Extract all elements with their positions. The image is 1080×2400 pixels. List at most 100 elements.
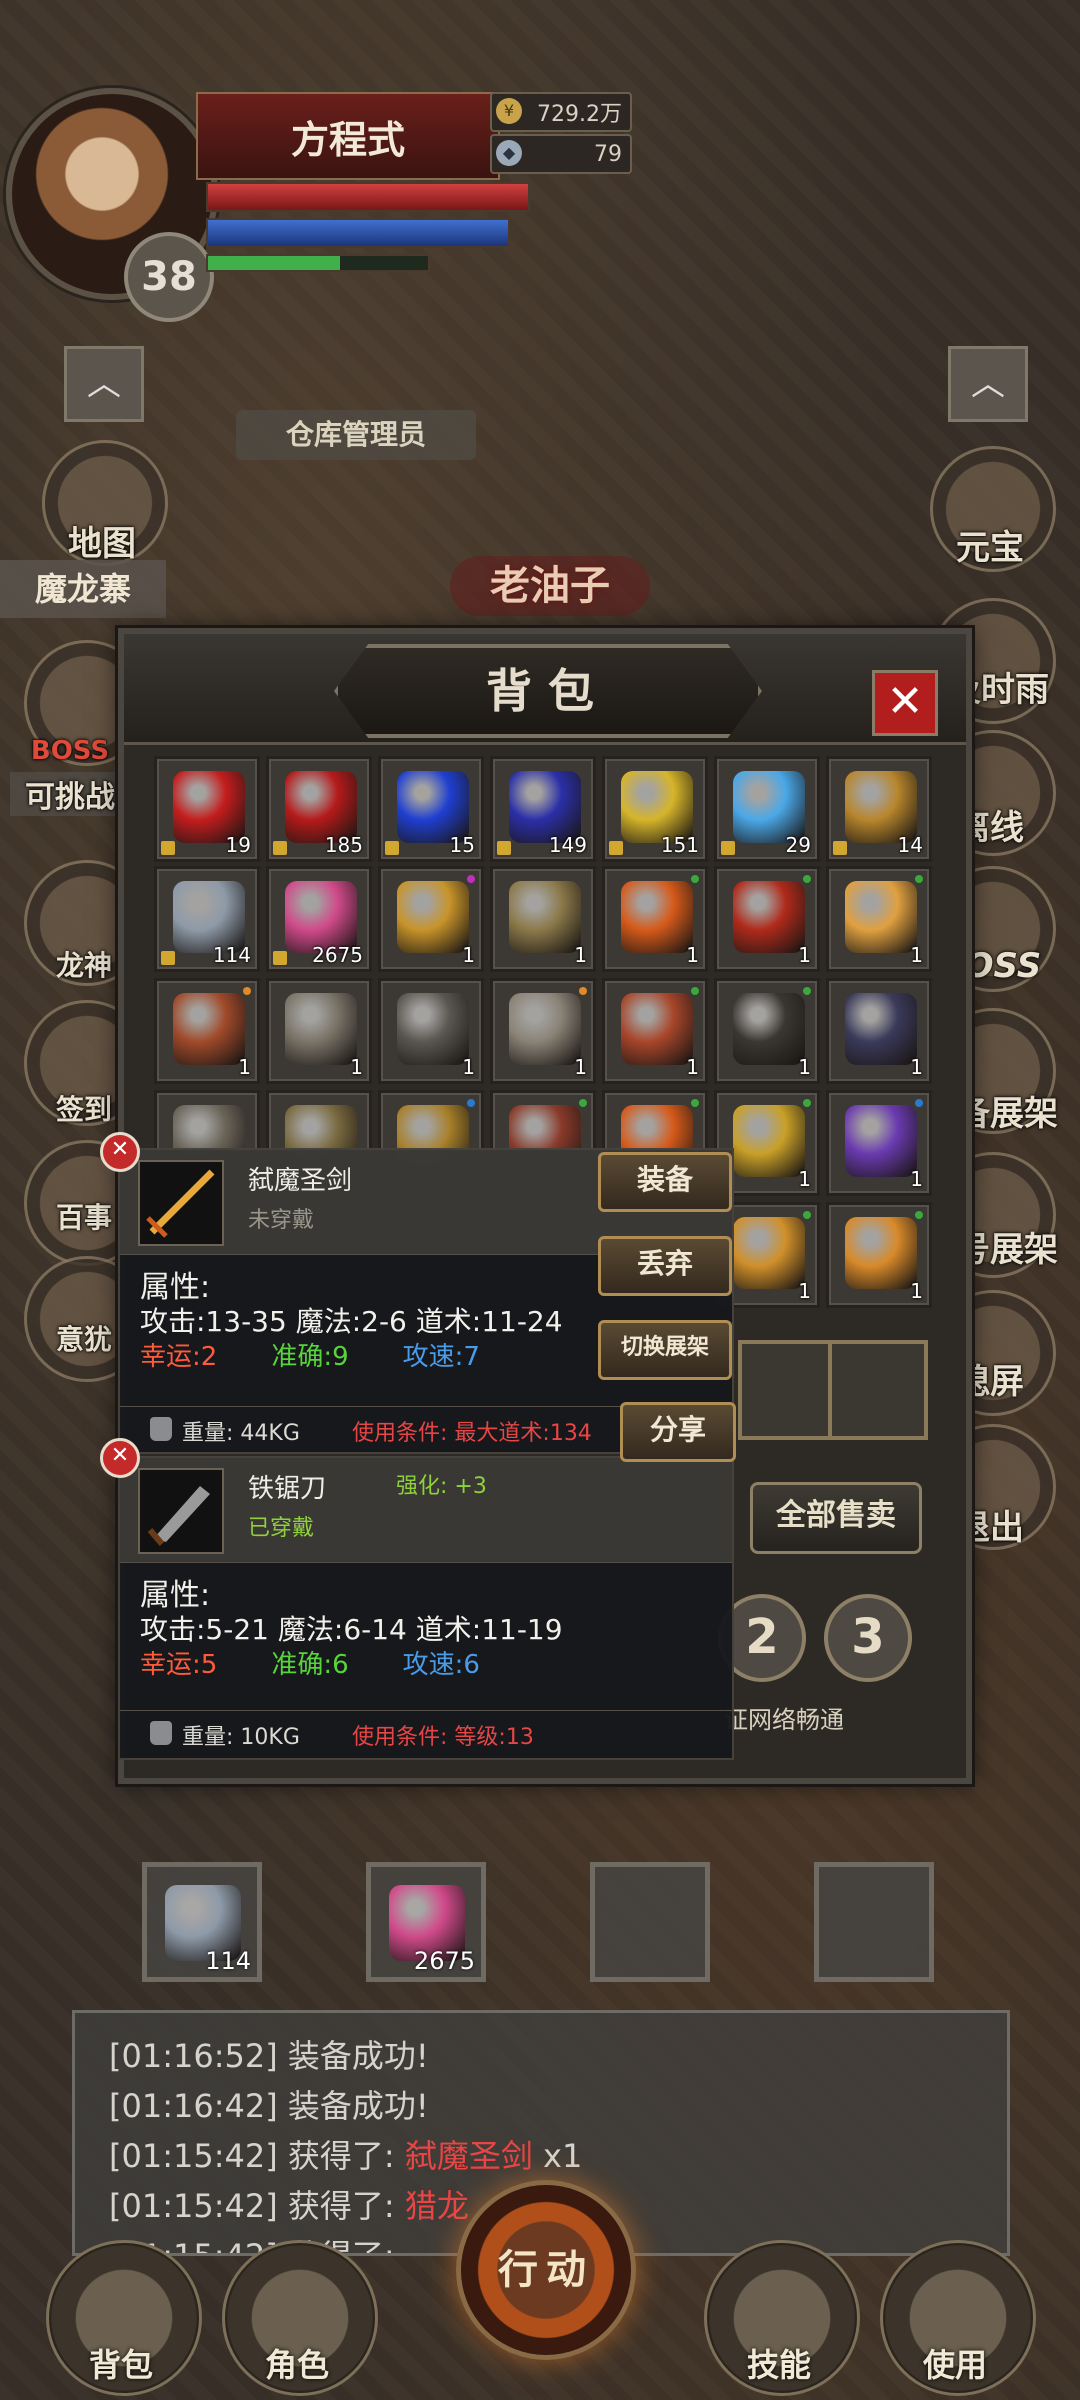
bag-slot[interactable]: 1 [826, 978, 932, 1084]
gold-amount: 729.2万 [537, 102, 622, 127]
equip-button[interactable]: 装备 [598, 1152, 732, 1212]
item-tooltip-equipped: 铁锯刀 强化: +3 已穿戴 属性: 攻击:5-21 魔法:6-14 道术:11… [118, 1456, 734, 1760]
bag-slot[interactable]: 14 [826, 756, 932, 862]
bag-slot[interactable]: 1 [490, 866, 596, 972]
tooltip-header: 铁锯刀 强化: +3 已穿戴 [120, 1458, 732, 1563]
close-button[interactable]: ✕ [872, 670, 938, 736]
lock-icon [609, 841, 623, 855]
bag-slot[interactable]: 15 [378, 756, 484, 862]
item-count: 1 [686, 1055, 699, 1079]
bag-slot[interactable]: 1 [826, 1090, 932, 1196]
bag-slot[interactable]: 1 [378, 978, 484, 1084]
item-count: 149 [548, 833, 587, 857]
close-tooltip-icon[interactable]: ✕ [100, 1438, 140, 1478]
item-count: 1 [798, 1055, 811, 1079]
item-count: 1 [686, 943, 699, 967]
left-menu-boss-sub: 可挑战 [10, 772, 130, 816]
bag-slot[interactable]: 1 [602, 866, 708, 972]
bag-slot[interactable]: 1 [602, 978, 708, 1084]
quality-dot-icon [243, 987, 251, 995]
quick-slot[interactable]: 2675 [366, 1862, 486, 1982]
bag-slot[interactable]: 1 [378, 866, 484, 972]
empty-slot[interactable] [828, 1340, 928, 1440]
collapse-right-button[interactable]: ︿ [948, 346, 1028, 422]
bag-slot[interactable]: 1 [826, 1202, 932, 1308]
speed-stat: 攻速:7 [402, 1342, 480, 1372]
share-button[interactable]: 分享 [620, 1402, 736, 1462]
requirement-text: 使用条件: 等级:13 [352, 1725, 534, 1750]
item-count: 15 [449, 833, 475, 857]
lock-icon [273, 841, 287, 855]
bag-slot[interactable]: 1 [714, 866, 820, 972]
player-name: 方程式 [196, 92, 500, 180]
quality-dot-icon [803, 1211, 811, 1219]
item-count: 151 [660, 833, 699, 857]
bag-slot[interactable]: 1 [266, 978, 372, 1084]
tooltip-footer: 重量: 10KG 使用条件: 等级:13 [120, 1710, 732, 1757]
enhance-level: 强化: +3 [396, 1474, 487, 1499]
weight-icon [150, 1721, 172, 1745]
quality-dot-icon [579, 1099, 587, 1107]
bag-slot[interactable]: 1 [714, 978, 820, 1084]
requirement-text: 使用条件: 最大道术:134 [352, 1421, 592, 1446]
nav-use-label: 使用 [922, 2346, 987, 2384]
network-status: 证网络畅通 [724, 1706, 844, 1734]
close-tooltip-icon[interactable]: ✕ [100, 1132, 140, 1172]
quality-dot-icon [915, 1211, 923, 1219]
item-count: 2675 [413, 1947, 475, 1975]
action-button[interactable]: 行动 [456, 2180, 636, 2360]
item-count: 1 [350, 1055, 363, 1079]
item-icon [845, 881, 917, 953]
item-count: 1 [798, 1279, 811, 1303]
quick-slot[interactable] [590, 1862, 710, 1982]
speed-stat: 攻速:6 [402, 1650, 480, 1680]
item-count: 14 [897, 833, 923, 857]
item-icon [733, 1105, 805, 1177]
item-count: 185 [324, 833, 363, 857]
bag-slot[interactable]: 151 [602, 756, 708, 862]
npc-name[interactable]: 老油子 [450, 556, 650, 616]
drop-button[interactable]: 丢弃 [598, 1236, 732, 1296]
weight-text: 重量: 10KG [182, 1725, 300, 1750]
item-count: 1 [574, 1055, 587, 1079]
sell-all-button[interactable]: 全部售卖 [750, 1482, 922, 1554]
log-line: [01:16:42] 装备成功! [109, 2087, 429, 2125]
collapse-left-button[interactable]: ︿ [64, 346, 144, 422]
item-icon [397, 881, 469, 953]
item-icon [509, 993, 581, 1065]
item-icon [845, 993, 917, 1065]
bag-slot[interactable]: 19 [154, 756, 260, 862]
bag-slot[interactable]: 1 [490, 978, 596, 1084]
bag-slot[interactable]: 29 [714, 756, 820, 862]
sword-icon [138, 1160, 224, 1246]
ingot-display: ◆ 79 [490, 134, 632, 174]
item-count: 19 [225, 833, 251, 857]
page-button-3[interactable]: 3 [824, 1594, 912, 1682]
left-menu-boss-label: BOSS [30, 736, 110, 766]
current-map-name: 魔龙寨 [0, 560, 166, 618]
bag-slot[interactable]: 114 [154, 866, 260, 972]
lock-icon [273, 951, 287, 965]
item-count: 1 [462, 943, 475, 967]
item-icon [621, 881, 693, 953]
empty-slot[interactable] [738, 1340, 838, 1440]
mp-bar [206, 218, 510, 248]
accuracy-stat: 准确:6 [271, 1650, 349, 1680]
switch-rack-button[interactable]: 切换展架 [598, 1320, 732, 1380]
map-button-label: 地图 [68, 524, 136, 564]
bag-slot[interactable]: 2675 [266, 866, 372, 972]
quality-dot-icon [691, 875, 699, 883]
quick-slot[interactable] [814, 1862, 934, 1982]
log-line: [01:15:42] 获得了: 猎龙 [109, 2187, 469, 2225]
gold-coin-icon: ¥ [496, 98, 522, 124]
bag-slot[interactable]: 185 [266, 756, 372, 862]
bag-slot[interactable]: 1 [826, 866, 932, 972]
bag-slot[interactable]: 149 [490, 756, 596, 862]
weight-icon [150, 1417, 172, 1441]
quality-dot-icon [915, 875, 923, 883]
quick-slot[interactable]: 114 [142, 1862, 262, 1982]
luck-stat: 幸运:2 [140, 1342, 218, 1372]
bag-slot[interactable]: 1 [154, 978, 260, 1084]
log-line: [01:16:52] 装备成功! [109, 2037, 429, 2075]
hp-bar [206, 182, 530, 212]
